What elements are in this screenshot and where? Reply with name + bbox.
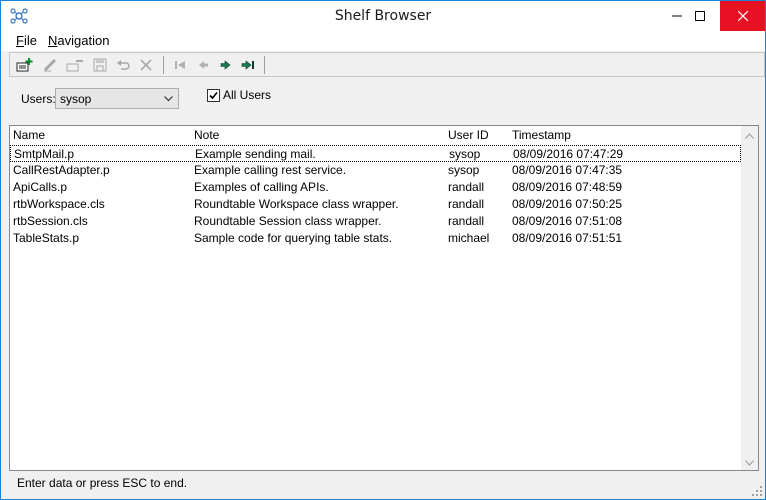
cell-name: SmtpMail.p — [14, 147, 75, 161]
cell-timestamp: 08/09/2016 07:51:08 — [512, 214, 623, 228]
menu-file-mnemonic: F — [16, 33, 24, 48]
table-row[interactable]: rtbWorkspace.cls Roundtable Workspace cla… — [10, 196, 741, 213]
table-row[interactable]: ApiCalls.p Examples of calling APIs. randa… — [10, 179, 741, 196]
add-icon — [16, 58, 33, 72]
menu-navigation[interactable]: Navigation — [48, 33, 109, 48]
users-dropdown[interactable]: sysop — [55, 88, 179, 109]
cell-timestamp: 08/09/2016 07:48:59 — [512, 180, 623, 194]
delete-button[interactable] — [136, 55, 156, 75]
column-header-note[interactable]: Note — [194, 128, 219, 142]
delete-icon — [140, 59, 152, 71]
title-bar[interactable]: Shelf Browser — [1, 1, 765, 31]
checkmark-icon — [209, 91, 218, 100]
next-icon — [220, 60, 231, 70]
menu-navigation-label: avigation — [57, 33, 110, 48]
menu-bar: File Navigation — [1, 31, 765, 51]
toolbar-separator — [163, 56, 164, 74]
shelf-list[interactable]: Name Note User ID Timestamp SmtpMail.p Ex… — [9, 125, 759, 471]
cell-note: Example calling rest service. — [194, 163, 347, 177]
cell-timestamp: 08/09/2016 07:47:35 — [512, 163, 623, 177]
cell-timestamp: 08/09/2016 07:51:51 — [512, 231, 623, 245]
cell-note: Example sending mail. — [195, 147, 316, 161]
add-button[interactable] — [15, 55, 35, 75]
previous-icon — [199, 61, 208, 69]
menu-file[interactable]: File — [16, 33, 37, 48]
cell-user-id: michael — [448, 231, 490, 245]
shelf-browser-window: Shelf Browser File Navigation Users: sys… — [0, 0, 766, 500]
cell-user-id: sysop — [449, 147, 481, 161]
last-record-button[interactable] — [239, 55, 259, 75]
next-record-button[interactable] — [216, 55, 236, 75]
edit-icon — [43, 58, 57, 72]
chevron-down-icon — [745, 459, 754, 466]
previous-record-button[interactable] — [193, 55, 213, 75]
close-button[interactable] — [720, 1, 765, 31]
maximize-button[interactable] — [677, 1, 722, 31]
all-users-label[interactable]: All Users — [223, 88, 271, 102]
all-users-checkbox[interactable] — [207, 89, 220, 102]
close-icon — [737, 11, 748, 21]
vertical-scrollbar[interactable] — [741, 126, 758, 470]
cell-note: Roundtable Session class wrapper. — [194, 214, 382, 228]
maximize-icon — [694, 11, 705, 21]
column-header-user-id[interactable]: User ID — [448, 128, 489, 142]
toolbar — [9, 52, 765, 77]
cell-user-id: randall — [448, 214, 485, 228]
status-text: Enter data or press ESC to end. — [17, 476, 188, 490]
list-header: Name Note User ID Timestamp — [10, 128, 740, 146]
cell-user-id: sysop — [448, 163, 480, 177]
users-label: Users: — [21, 92, 56, 106]
window-title: Shelf Browser — [334, 8, 432, 24]
users-dropdown-value: sysop — [60, 92, 92, 106]
edit-button[interactable] — [40, 55, 60, 75]
cell-name: CallRestAdapter.p — [13, 163, 110, 177]
resize-grip-icon[interactable] — [751, 485, 763, 497]
table-row[interactable]: rtbSession.cls Roundtable Session class w… — [10, 213, 741, 230]
cell-timestamp: 08/09/2016 07:50:25 — [512, 197, 623, 211]
table-row[interactable]: SmtpMail.p Example sending mail. sysop 08/0… — [10, 145, 741, 162]
last-icon — [241, 60, 254, 70]
cell-note: Examples of calling APIs. — [194, 180, 329, 194]
undo-button[interactable] — [113, 55, 133, 75]
filter-row: Users: sysop All Users — [1, 85, 765, 115]
cell-name: rtbWorkspace.cls — [13, 197, 105, 211]
column-header-timestamp[interactable]: Timestamp — [512, 128, 571, 142]
cell-name: ApiCalls.p — [13, 180, 68, 194]
first-icon — [175, 61, 185, 69]
menu-file-label: ile — [23, 33, 37, 48]
status-bar: Enter data or press ESC to end. — [1, 471, 765, 499]
toolbar-separator-end — [264, 56, 265, 74]
scroll-up-button[interactable] — [745, 131, 754, 140]
column-header-name[interactable]: Name — [13, 128, 45, 142]
cell-name: rtbSession.cls — [13, 214, 88, 228]
remove-button[interactable] — [65, 55, 85, 75]
save-button[interactable] — [90, 55, 110, 75]
undo-icon — [117, 60, 130, 70]
chevron-down-icon — [164, 96, 173, 102]
cell-note: Roundtable Workspace class wrapper. — [194, 197, 399, 211]
cell-note: Sample code for querying table stats. — [194, 231, 393, 245]
cell-timestamp: 08/09/2016 07:47:29 — [513, 147, 624, 161]
table-row[interactable]: TableStats.p Sample code for querying tab… — [10, 230, 741, 247]
chevron-up-icon — [745, 132, 754, 139]
scroll-down-button[interactable] — [745, 458, 754, 467]
cell-user-id: randall — [448, 180, 485, 194]
menu-navigation-mnemonic: N — [48, 33, 58, 48]
save-icon — [93, 58, 107, 72]
cell-user-id: randall — [448, 197, 485, 211]
table-row[interactable]: CallRestAdapter.p Example calling rest se… — [10, 162, 741, 179]
first-record-button[interactable] — [170, 55, 190, 75]
remove-icon — [66, 60, 83, 72]
cell-name: TableStats.p — [13, 231, 80, 245]
